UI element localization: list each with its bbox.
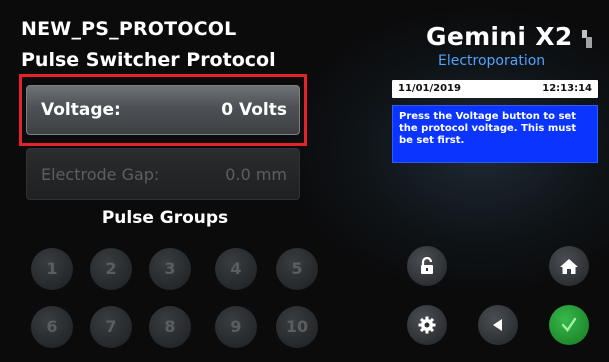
pulse-group-button[interactable]: 5 [276,248,318,290]
electrode-gap-button[interactable]: Electrode Gap: 0.0 mm [26,148,300,200]
home-icon [560,259,578,274]
unlock-icon [421,257,433,274]
date-display: 11/01/2019 [398,83,461,94]
device-screen: NEW_PS_PROTOCOL Pulse Switcher Protocol … [0,0,609,362]
electrode-gap-label: Electrode Gap: [41,165,160,184]
help-message: Press the Voltage button to set the prot… [392,105,598,163]
brand-title: Gemini X2 [426,22,573,51]
voltage-button[interactable]: Voltage: 0 Volts [26,85,300,135]
pulse-group-button[interactable]: 4 [215,248,257,290]
datetime-bar: 11/01/2019 12:13:14 [392,80,598,98]
confirm-button[interactable] [549,305,589,345]
pulse-group-button[interactable]: 7 [90,306,132,348]
usb-icon [582,30,592,48]
pulse-groups-title: Pulse Groups [101,208,229,228]
brand-subtitle: Electroporation [438,53,546,69]
pulse-group-button[interactable]: 9 [215,306,257,348]
pulse-group-button[interactable]: 3 [149,248,191,290]
settings-button[interactable] [407,305,447,345]
gear-icon [418,316,436,334]
back-button[interactable] [478,305,518,345]
pulse-group-button[interactable]: 6 [31,306,73,348]
back-arrow-icon [493,319,502,331]
checkmark-icon [561,317,577,332]
pulse-group-button[interactable]: 8 [149,306,191,348]
voltage-value: 0 Volts [221,100,287,120]
voltage-label: Voltage: [41,100,121,120]
pulse-group-button[interactable]: 2 [90,248,132,290]
protocol-name: NEW_PS_PROTOCOL [21,18,237,40]
protocol-type: Pulse Switcher Protocol [21,49,276,71]
unlock-button[interactable] [407,246,447,286]
info-panel: 11/01/2019 12:13:14 Press the Voltage bu… [392,80,598,163]
time-display: 12:13:14 [542,83,592,94]
pulse-group-button[interactable]: 1 [31,248,73,290]
pulse-group-button[interactable]: 10 [276,306,318,348]
home-button[interactable] [549,246,589,286]
electrode-gap-value: 0.0 mm [225,165,287,184]
